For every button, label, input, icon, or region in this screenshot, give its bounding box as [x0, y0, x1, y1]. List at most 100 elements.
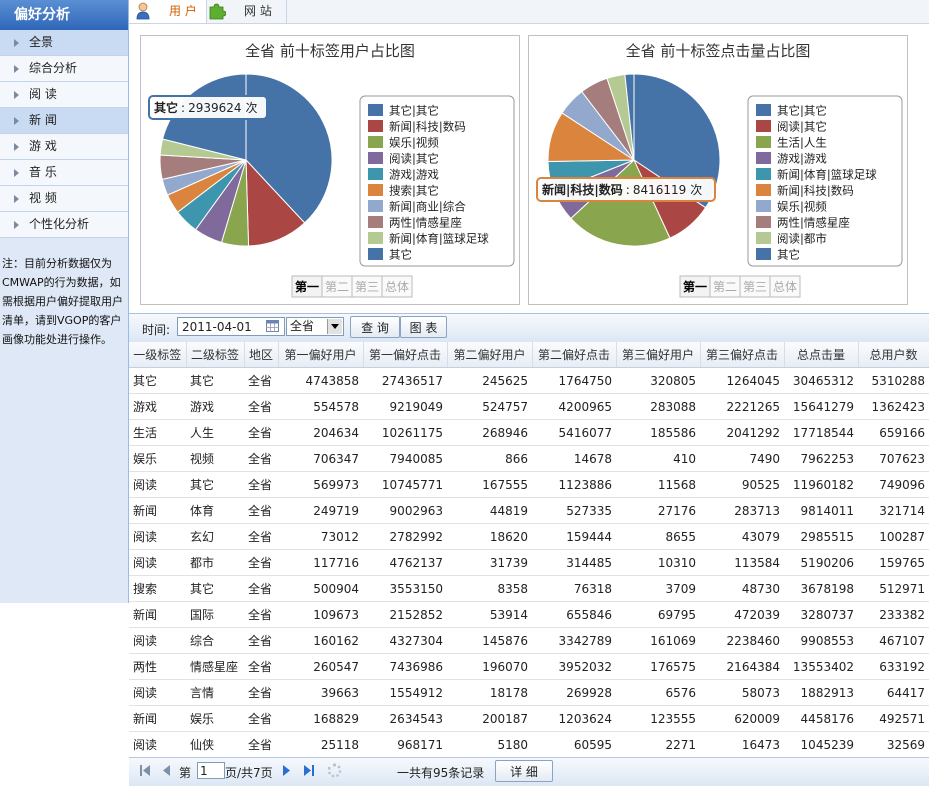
sidebar-item-1[interactable]: 综合分析: [0, 56, 128, 82]
column-header[interactable]: 第二偏好点击: [532, 342, 617, 368]
table-cell: 4200965: [532, 393, 616, 420]
page-input[interactable]: 1: [197, 762, 225, 779]
next-page-icon[interactable]: [281, 764, 291, 777]
table-row[interactable]: 两性 情感星座 全省 260547 7436986 196070 3952032 176575…: [129, 653, 929, 680]
table-row[interactable]: 其它 其它 全省 4743858 27436517 245625 1764750 320805…: [129, 367, 929, 394]
table-cell: 11568: [616, 471, 700, 498]
calendar-icon[interactable]: [266, 320, 279, 332]
table-cell: 2782992: [363, 523, 447, 550]
legend-item[interactable]: 生活|人生: [777, 136, 827, 150]
tab-site[interactable]: 网 站: [206, 0, 287, 23]
legend-item[interactable]: 娱乐|视频: [777, 200, 827, 214]
sidebar-item-4[interactable]: 游 戏: [0, 134, 128, 160]
table-cell: 6576: [616, 679, 700, 706]
chevron-right-icon: [14, 116, 19, 125]
chevron-right-icon: [14, 38, 19, 47]
table-cell: 游戏: [186, 393, 244, 420]
column-header[interactable]: 一级标签: [129, 342, 187, 368]
chevron-right-icon: [14, 168, 19, 177]
sidebar-item-6[interactable]: 视 频: [0, 186, 128, 212]
table-row[interactable]: 阅读 仙侠 全省 25118 968171 5180 60595 2271 16473 10452…: [129, 731, 929, 757]
table-cell: 2985515: [784, 523, 858, 550]
legend-item[interactable]: 阅读|都市: [777, 232, 827, 246]
table-cell: 阅读: [129, 627, 186, 654]
table-cell: 3952032: [532, 653, 616, 680]
legend-item[interactable]: 其它|其它: [777, 104, 827, 118]
table-row[interactable]: 搜索 其它 全省 500904 3553150 8358 76318 3709 48730 367…: [129, 575, 929, 602]
column-header[interactable]: 地区: [244, 342, 279, 368]
table-row[interactable]: 游戏 游戏 全省 554578 9219049 524757 4200965 283088 22…: [129, 393, 929, 420]
legend-item[interactable]: 新闻|科技|数码: [777, 184, 854, 198]
column-header[interactable]: 第一偏好点击: [363, 342, 448, 368]
table-cell: 707623: [858, 445, 929, 472]
legend-item[interactable]: 其它|其它: [389, 104, 439, 118]
table-cell: 全省: [244, 419, 278, 446]
column-header[interactable]: 第二偏好用户: [447, 342, 533, 368]
table-row[interactable]: 阅读 综合 全省 160162 4327304 145876 3342789 161069 22…: [129, 627, 929, 654]
legend-item[interactable]: 其它: [389, 248, 412, 262]
legend-item[interactable]: 新闻|体育|篮球足球: [389, 232, 489, 246]
sidebar-item-5[interactable]: 音 乐: [0, 160, 128, 186]
table-cell: 9219049: [363, 393, 447, 420]
table-cell: 968171: [363, 731, 447, 757]
column-header[interactable]: 总点击量: [784, 342, 859, 368]
legend-item[interactable]: 阅读|其它: [389, 152, 439, 166]
legend-item[interactable]: 阅读|其它: [777, 120, 827, 134]
column-header[interactable]: 二级标签: [186, 342, 245, 368]
table-cell: 5190206: [784, 549, 858, 576]
table-row[interactable]: 新闻 国际 全省 109673 2152852 53914 655846 69795 47203…: [129, 601, 929, 628]
table-row[interactable]: 阅读 都市 全省 117716 4762137 31739 314485 10310 11358…: [129, 549, 929, 576]
legend-item[interactable]: 其它: [777, 248, 800, 262]
detail-button[interactable]: 详 细: [495, 760, 553, 782]
table-cell: 176575: [616, 653, 700, 680]
sidebar-item-2[interactable]: 阅 读: [0, 82, 128, 108]
table-row[interactable]: 新闻 娱乐 全省 168829 2634543 200187 1203624 123555 62…: [129, 705, 929, 732]
chart-button[interactable]: 图 表: [400, 316, 447, 338]
table-row[interactable]: 阅读 玄幻 全省 73012 2782992 18620 159444 8655 43079 29…: [129, 523, 929, 550]
table-cell: 245625: [447, 367, 532, 394]
legend-item[interactable]: 搜索|其它: [389, 184, 439, 198]
sidebar-item-7[interactable]: 个性化分析: [0, 212, 128, 238]
legend-item[interactable]: 新闻|体育|篮球足球: [777, 168, 877, 182]
table-cell: 159444: [532, 523, 616, 550]
table-cell: 3678198: [784, 575, 858, 602]
table-cell: 14678: [532, 445, 616, 472]
table-cell: 31739: [447, 549, 532, 576]
column-header[interactable]: 总用户数: [858, 342, 929, 368]
sidebar-item-0[interactable]: 全景: [0, 30, 128, 56]
table-cell: 玄幻: [186, 523, 244, 550]
pagination-bar: 第 1 页/共7页 一共有95条记录 详 细: [129, 757, 929, 786]
column-header[interactable]: 第三偏好用户: [616, 342, 701, 368]
legend-item[interactable]: 娱乐|视频: [389, 136, 439, 150]
first-page-icon[interactable]: [139, 764, 151, 777]
legend-item[interactable]: 游戏|游戏: [777, 152, 827, 166]
record-count-text: 一共有95条记录: [397, 766, 485, 780]
table-row[interactable]: 阅读 其它 全省 569973 10745771 167555 1123886 11568 90…: [129, 471, 929, 498]
sidebar-item-3[interactable]: 新 闻: [0, 108, 128, 134]
table-cell: 2164384: [700, 653, 784, 680]
legend-item[interactable]: 游戏|游戏: [389, 168, 439, 182]
user-share-chart-panel: 全省 前十标签用户占比图 其它|其它 新闻|科技|数码 娱乐|视频 阅读|其它 游戏|游戏…: [140, 35, 520, 305]
table-row[interactable]: 生活 人生 全省 204634 10261175 268946 5416077 185586 2…: [129, 419, 929, 446]
table-cell: 866: [447, 445, 532, 472]
refresh-icon[interactable]: [327, 763, 342, 778]
region-select[interactable]: 全省: [286, 317, 344, 336]
table-cell: 娱乐: [129, 445, 186, 472]
last-page-icon[interactable]: [303, 764, 315, 777]
legend-item[interactable]: 两性|情感星座: [389, 216, 462, 230]
legend-item[interactable]: 两性|情感星座: [777, 216, 850, 230]
table-cell: 32569: [858, 731, 929, 757]
table-row[interactable]: 新闻 体育 全省 249719 9002963 44819 527335 27176 28371…: [129, 497, 929, 524]
table-cell: 4458176: [784, 705, 858, 732]
table-row[interactable]: 娱乐 视频 全省 706347 7940085 866 14678 410 7490 796225…: [129, 445, 929, 472]
column-header[interactable]: 第一偏好用户: [278, 342, 364, 368]
table-cell: 500904: [278, 575, 363, 602]
legend-item[interactable]: 新闻|科技|数码: [389, 120, 466, 134]
prev-page-icon[interactable]: [162, 764, 172, 777]
tab-user[interactable]: 用 户: [129, 0, 207, 23]
table-cell: 阅读: [129, 471, 186, 498]
query-button[interactable]: 查 询: [350, 316, 400, 338]
column-header[interactable]: 第三偏好点击: [700, 342, 785, 368]
table-row[interactable]: 阅读 言情 全省 39663 1554912 18178 269928 6576 58073 18…: [129, 679, 929, 706]
legend-item[interactable]: 新闻|商业|综合: [389, 200, 466, 214]
